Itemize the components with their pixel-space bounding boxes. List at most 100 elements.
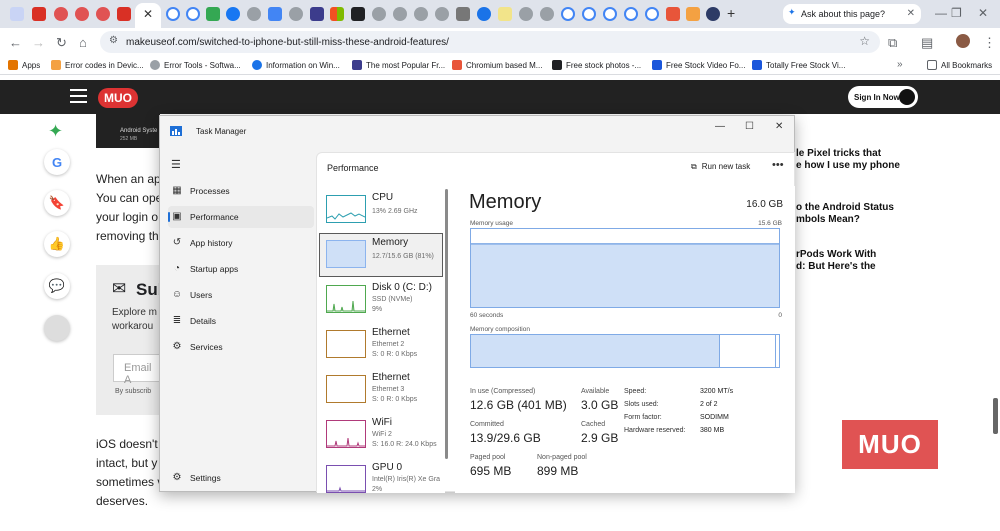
tab-favicon-google-icon[interactable] [166,7,180,21]
sign-in-button[interactable]: Sign In Now [848,86,918,108]
tab-favicon-app-icon[interactable] [351,7,365,21]
bookmark-item[interactable]: Error Tools - Softwa... [150,60,241,70]
reload-icon[interactable]: ↻ [56,35,67,51]
close-tab-icon[interactable]: ✕ [143,7,153,21]
back-icon[interactable]: ← [9,35,22,50]
tab-favicon-google-icon[interactable] [186,7,200,21]
active-tab[interactable]: ✕ [135,3,161,28]
extensions-icon[interactable]: ⧉ [888,35,897,51]
resource-disk[interactable]: Disk 0 (C: D:) SSD (NVMe) 9% [319,278,443,322]
tab-favicon-mail-icon[interactable] [117,7,131,21]
nav-settings[interactable]: ⚙ Settings [168,467,314,489]
home-icon[interactable]: ⌂ [79,35,87,50]
tab-favicon-facebook-icon[interactable] [226,7,240,21]
tab-favicon-globe-icon[interactable] [393,7,407,21]
tab-favicon-microsoft-icon[interactable] [330,7,344,21]
related-article-link[interactable]: le Pixel tricks that e how I use my phon… [796,148,900,172]
comments-icon[interactable]: 💬 [44,273,70,299]
restore-window-icon[interactable]: ❐ [951,6,962,20]
run-new-task-button[interactable]: ⧉ Run new task [691,162,750,172]
resource-wifi[interactable]: WiFi WiFi 2 S: 16.0 R: 24.0 Kbps [319,413,443,457]
bookmark-item[interactable]: Error codes in Devic... [51,60,144,70]
bookmark-icon[interactable]: 🔖 [44,190,70,216]
bookmark-item[interactable]: Free stock photos -... [552,60,641,70]
tab-favicon-drive-icon[interactable] [206,7,220,21]
tab-favicon-globe-icon[interactable] [289,7,303,21]
all-bookmarks[interactable]: All Bookmarks [927,60,992,70]
related-article-link[interactable]: o the Android Status mbols Mean? [796,202,894,226]
menu-kebab-icon[interactable]: ⋮ [983,35,996,51]
resource-memory[interactable]: Memory 12.7/15.6 GB (81%) [319,233,443,277]
resource-list-scrollbar[interactable] [445,189,448,459]
nav-performance[interactable]: ▣ Performance [168,206,314,228]
tab-favicon-globe-icon[interactable] [519,7,533,21]
close-window-icon[interactable]: ✕ [978,6,988,20]
minimize-window-icon[interactable]: — [935,6,947,20]
tab-favicon-muo-icon[interactable] [75,7,89,21]
close-tab-icon[interactable]: ✕ [907,8,915,19]
bookmark-apps[interactable]: Apps [8,60,40,70]
bookmark-item[interactable]: Free Stock Video Fo... [652,60,745,70]
google-icon[interactable]: G [44,149,70,175]
tab-favicon-google-icon[interactable] [603,7,617,21]
tab-favicon-google-icon[interactable] [561,7,575,21]
nav-startup-apps[interactable]: ◔ Startup apps [168,258,314,280]
forward-icon[interactable]: → [32,35,45,50]
bookmark-item[interactable]: Totally Free Stock Vi... [752,60,845,70]
close-icon[interactable]: ✕ [775,121,783,132]
related-article-link[interactable]: rPods Work With d: But Here's the [796,249,876,273]
thumbs-up-icon[interactable]: 👍 [44,231,70,257]
nav-services[interactable]: ⚙ Services [168,336,314,358]
address-bar[interactable]: ⚙ makeuseof.com/switched-to-iphone-but-s… [100,31,880,53]
hamburger-menu-icon[interactable]: ☰ [171,158,181,171]
bookmark-item[interactable]: Chromium based M... [452,60,542,70]
site-logo[interactable]: MUO [98,88,138,108]
user-avatar-icon[interactable] [44,315,70,341]
minimize-icon[interactable]: — [715,121,725,132]
tab-favicon-muo-icon[interactable] [54,7,68,21]
tab-favicon-app-icon[interactable] [477,7,491,21]
tab-favicon-play-icon[interactable] [268,7,282,21]
tab-favicon-muo-icon[interactable] [96,7,110,21]
ask-about-page-tab[interactable]: ✦ Ask about this page? ✕ [783,4,921,24]
new-tab-icon[interactable]: + [727,5,735,21]
nav-users[interactable]: ☺ Users [168,284,314,306]
bookmark-item[interactable]: The most Popular Fr... [352,60,445,70]
more-options-icon[interactable]: ••• [772,159,784,171]
tab-favicon-app-icon[interactable] [456,7,470,21]
tab-favicon-globe-icon[interactable] [435,7,449,21]
resource-gpu[interactable]: GPU 0 Intel(R) Iris(R) Xe Gra 2% [319,458,443,502]
cached-label: Cached [581,421,606,428]
page-scrollbar[interactable] [993,398,998,434]
hamburger-menu-icon[interactable] [70,89,87,103]
email-input[interactable]: Email A [113,354,160,386]
bookmark-item[interactable]: Information on Win... [252,60,340,70]
profile-avatar[interactable] [956,34,970,48]
tab-favicon-search-icon[interactable] [10,7,24,21]
tab-favicon-app-icon[interactable] [310,7,324,21]
tab-favicon-app-icon[interactable] [706,7,720,21]
tab-favicon-mail-icon[interactable] [32,7,46,21]
side-panel-icon[interactable]: ▤ [921,35,933,51]
tab-favicon-globe-icon[interactable] [247,7,261,21]
tab-favicon-app-icon[interactable] [498,7,512,21]
site-info-icon[interactable]: ⚙ [109,35,118,46]
tab-favicon-globe-icon[interactable] [414,7,428,21]
nav-processes[interactable]: ▦ Processes [168,180,314,202]
tab-favicon-globe-icon[interactable] [372,7,386,21]
tab-favicon-app-icon[interactable] [686,7,700,21]
tab-favicon-google-icon[interactable] [582,7,596,21]
resource-cpu[interactable]: CPU 13% 2.69 GHz [319,188,443,232]
tab-favicon-google-icon[interactable] [624,7,638,21]
tab-favicon-globe-icon[interactable] [540,7,554,21]
nav-details[interactable]: ≣ Details [168,310,314,332]
tab-favicon-app-icon[interactable] [666,7,680,21]
tab-favicon-google-icon[interactable] [645,7,659,21]
resource-ethernet[interactable]: Ethernet Ethernet 3 S: 0 R: 0 Kbps [319,368,443,412]
more-bookmarks-icon[interactable]: » [897,59,903,70]
sparkle-icon[interactable]: ✦ [48,121,63,142]
maximize-icon[interactable]: ☐ [745,121,754,132]
bookmark-star-icon[interactable]: ☆ [859,34,870,48]
nav-app-history[interactable]: ↺ App history [168,232,314,254]
resource-ethernet[interactable]: Ethernet Ethernet 2 S: 0 R: 0 Kbps [319,323,443,367]
